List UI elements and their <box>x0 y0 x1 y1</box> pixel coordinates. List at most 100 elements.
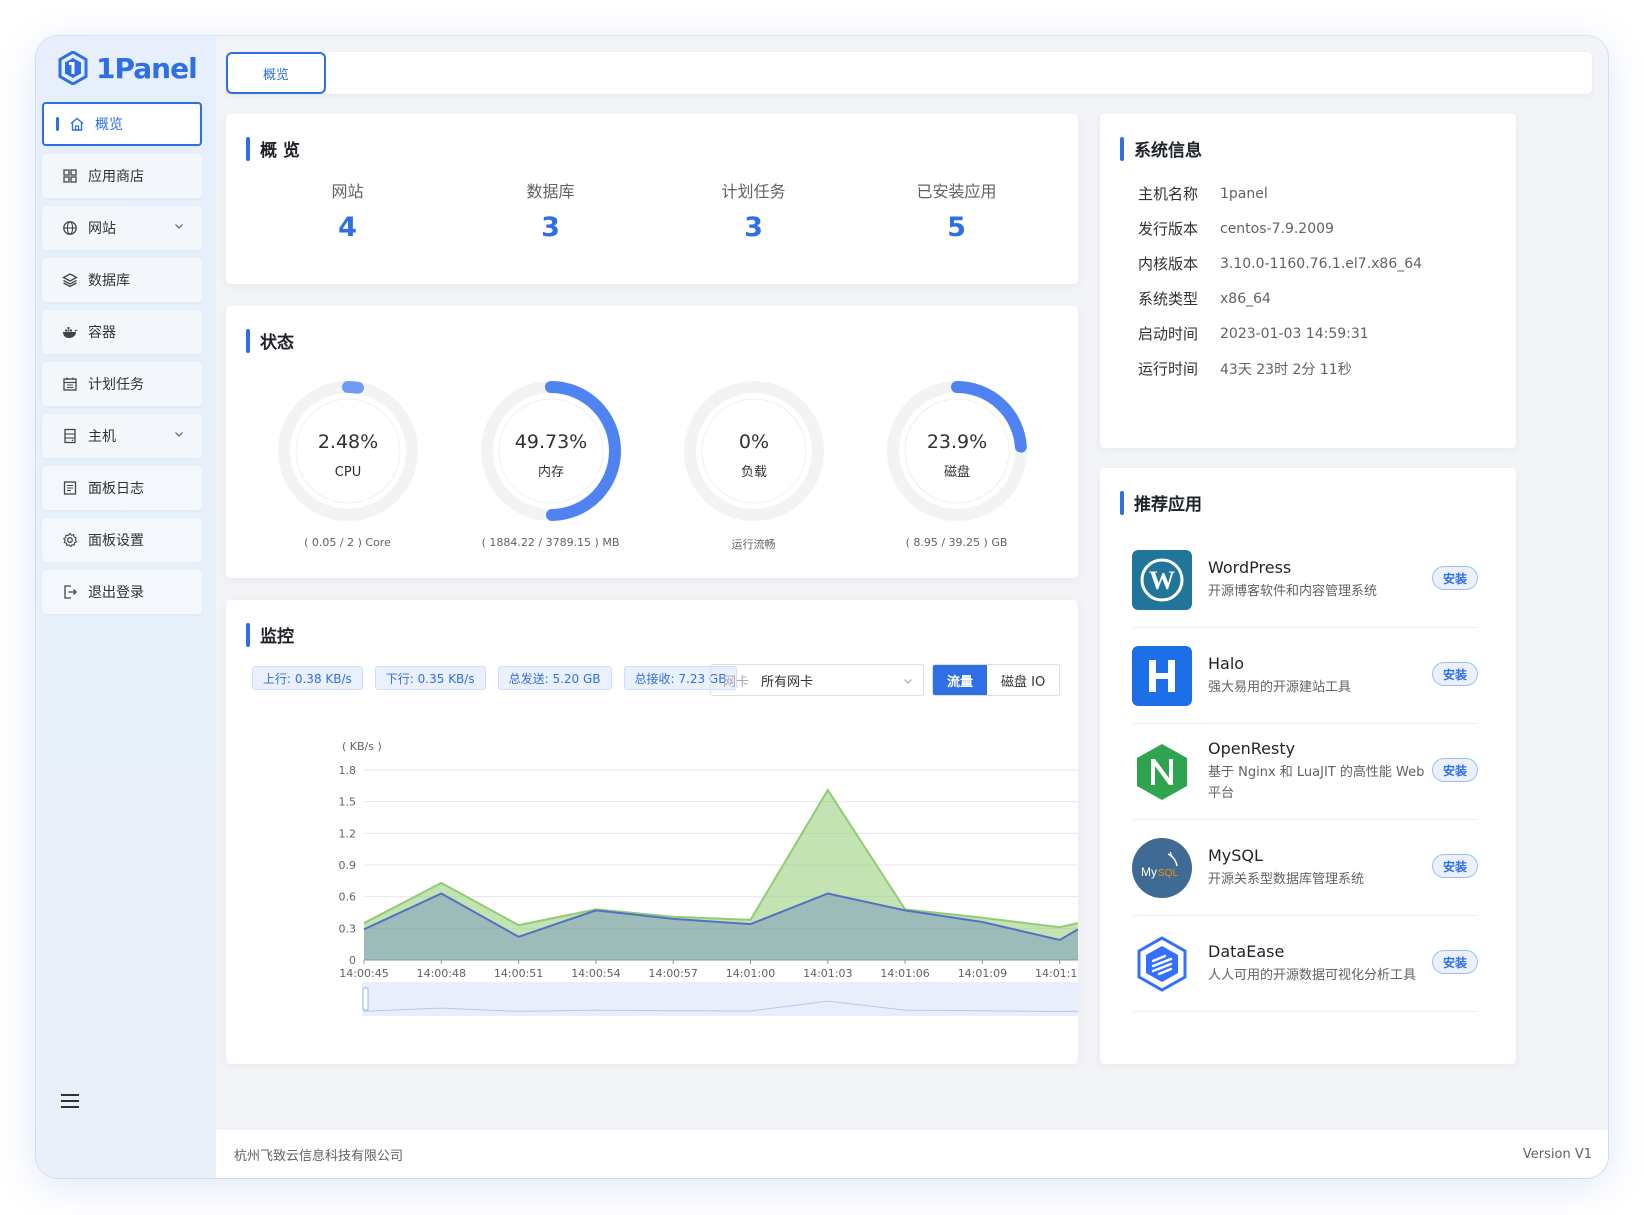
info-key: 启动时间 <box>1138 325 1199 343</box>
halo-icon <box>1132 645 1192 706</box>
logo[interactable]: 1Panel <box>58 48 198 88</box>
install-button[interactable]: 安装 <box>1432 854 1478 878</box>
app-text: WordPress 开源博客软件和内容管理系统 <box>1208 558 1438 602</box>
sidebar-item-label: 主机 <box>88 429 116 445</box>
tab-bar: 概览 <box>226 52 1592 94</box>
stat-websites[interactable]: 网站 4 <box>246 178 449 243</box>
gauge-label: 磁盘 <box>943 464 969 480</box>
nic-select[interactable]: 网卡 所有网卡 <box>710 664 924 696</box>
status-title: 状态 <box>260 333 294 353</box>
gauge-label: CPU <box>334 465 360 480</box>
zoom-slider-handle[interactable] <box>362 987 369 1011</box>
sysinfo-title: 系统信息 <box>1134 141 1202 161</box>
y-tick-label: 1.5 <box>339 796 357 809</box>
tag-total-sent: 总发送: 5.20 GB <box>497 666 612 690</box>
overview-title: 概 览 <box>260 141 300 161</box>
main-content: 概览 概 览 网站 4 数据库 3 计划任务 3 已安装应用 5 状态 2.48… <box>216 36 1608 1178</box>
app-text: DataEase 人人可用的开源数据可视化分析工具 <box>1208 942 1438 986</box>
overview-card: 概 览 网站 4 数据库 3 计划任务 3 已安装应用 5 <box>226 114 1078 284</box>
sidebar-item-host[interactable]: 主机 <box>42 414 202 458</box>
app-desc: 开源关系型数据库管理系统 <box>1208 871 1365 887</box>
apps-title: 推荐应用 <box>1134 495 1202 515</box>
stat-label: 网站 <box>331 182 364 201</box>
info-key: 内核版本 <box>1138 255 1199 273</box>
info-key: 系统类型 <box>1138 290 1199 308</box>
nic-select-prefix: 网卡 <box>723 674 750 690</box>
gauge-disk: 23.9% 磁盘 ( 8.95 / 39.25 ) GB <box>855 376 1058 552</box>
svg-text:SQL: SQL <box>1158 868 1178 879</box>
title-bar <box>1120 490 1124 515</box>
gauge-ring: 23.9% 磁盘 <box>886 381 1027 521</box>
sidebar-item-label: 面板设置 <box>88 533 144 549</box>
logout-icon <box>62 584 78 600</box>
app-item-mysql[interactable]: My SQL MySQL 开源关系型数据库管理系统 安装 <box>1132 820 1478 916</box>
x-tick-label: 14:01:12 <box>1035 967 1078 980</box>
toggle-traffic[interactable]: 流量 <box>933 665 988 695</box>
app-desc: 强大易用的开源建站工具 <box>1208 679 1352 695</box>
gauges: 2.48% CPU ( 0.05 / 2 ) Core 49.73% 内存 ( … <box>246 376 1058 552</box>
gauge-detail: ( 1884.22 / 3789.15 ) MB <box>481 536 620 549</box>
app-name: WordPress <box>1208 557 1292 577</box>
globe-icon <box>62 220 78 236</box>
install-button[interactable]: 安装 <box>1432 950 1478 974</box>
gauge-value: 49.73% <box>514 431 586 453</box>
title-bar <box>246 622 250 647</box>
sidebar-item-database[interactable]: 数据库 <box>42 258 202 302</box>
sidebar-item-label: 退出登录 <box>88 585 144 601</box>
stat-value[interactable]: 5 <box>855 212 1058 243</box>
home-icon <box>69 116 85 132</box>
stat-databases[interactable]: 数据库 3 <box>449 178 652 243</box>
app-text: OpenResty 基于 Nginx 和 LuaJIT 的高性能 Web 平台 <box>1208 739 1438 804</box>
info-value: x86_64 <box>1220 290 1271 307</box>
monitor-title: 监控 <box>260 627 294 647</box>
tag-upload: 上行: 0.38 KB/s <box>252 666 363 690</box>
menu-collapse-icon[interactable] <box>60 1092 80 1110</box>
sidebar-item-logs[interactable]: 面板日志 <box>42 466 202 510</box>
info-value: 1panel <box>1220 185 1268 202</box>
sidebar-item-overview[interactable]: 概览 <box>42 102 202 146</box>
chart-type-toggle: 流量 磁盘 IO <box>932 664 1061 696</box>
app-text: MySQL 开源关系型数据库管理系统 <box>1208 846 1438 890</box>
gauge-load: 0% 负载 运行流畅 <box>652 376 855 552</box>
sidebar-item-settings[interactable]: 面板设置 <box>42 518 202 562</box>
wordpress-icon: W <box>1132 549 1192 610</box>
install-button[interactable]: 安装 <box>1432 662 1478 686</box>
app-list: W WordPress 开源博客软件和内容管理系统 安装 Halo 强大易用的开… <box>1132 532 1478 1012</box>
gauge-ring: 2.48% CPU <box>277 381 418 521</box>
traffic-chart[interactable]: ( KB/s ) 1.8 1.5 1.2 0.9 0.6 0.3 014:00:45 14:0… <box>226 730 1078 1060</box>
install-button[interactable]: 安装 <box>1432 566 1478 590</box>
sidebar-item-label: 面板日志 <box>88 481 144 497</box>
sidebar-item-container[interactable]: 容器 <box>42 310 202 354</box>
app-item-wordpress[interactable]: W WordPress 开源博客软件和内容管理系统 安装 <box>1132 532 1478 628</box>
gauge-label: 负载 <box>740 465 766 480</box>
stat-installed-apps[interactable]: 已安装应用 5 <box>855 178 1058 243</box>
tab-overview[interactable]: 概览 <box>226 52 326 94</box>
mysql-icon: My SQL <box>1132 837 1192 898</box>
log-icon <box>62 480 78 496</box>
gauge-value: 2.48% <box>317 431 377 453</box>
toggle-disk-io[interactable]: 磁盘 IO <box>987 665 1060 695</box>
stat-cron[interactable]: 计划任务 3 <box>652 178 855 243</box>
x-tick-label: 14:01:06 <box>880 967 929 980</box>
app-item-halo[interactable]: Halo 强大易用的开源建站工具 安装 <box>1132 628 1478 724</box>
sidebar-item-cron[interactable]: 计划任务 <box>42 362 202 406</box>
stat-value[interactable]: 4 <box>246 212 449 243</box>
info-value: 43天 23时 2分 11秒 <box>1220 361 1352 378</box>
stat-value[interactable]: 3 <box>449 212 652 243</box>
sidebar: 1Panel 概览 应用商店 网站 数据库 容器 计划任务 主机 面板日志 面板… <box>36 36 216 1178</box>
chevron-down-icon[interactable] <box>174 221 184 231</box>
install-button[interactable]: 安装 <box>1432 758 1478 782</box>
x-tick-label: 14:01:03 <box>803 967 852 980</box>
sidebar-item-logout[interactable]: 退出登录 <box>42 570 202 614</box>
logo-text: 1Panel <box>96 51 198 85</box>
sidebar-item-website[interactable]: 网站 <box>42 206 202 250</box>
app-item-dataease[interactable]: DataEase 人人可用的开源数据可视化分析工具 安装 <box>1132 916 1478 1012</box>
info-row-boot-time: 启动时间 2023-01-03 14:59:31 <box>1138 316 1422 351</box>
x-tick-label: 14:00:45 <box>339 967 388 980</box>
stat-value[interactable]: 3 <box>652 212 855 243</box>
sidebar-item-appstore[interactable]: 应用商店 <box>42 154 202 198</box>
gauge-detail: ( 8.95 / 39.25 ) GB <box>905 536 1008 549</box>
chevron-down-icon[interactable] <box>174 429 184 439</box>
app-name: DataEase <box>1208 941 1285 961</box>
app-item-openresty[interactable]: OpenResty 基于 Nginx 和 LuaJIT 的高性能 Web 平台 … <box>1132 724 1478 820</box>
